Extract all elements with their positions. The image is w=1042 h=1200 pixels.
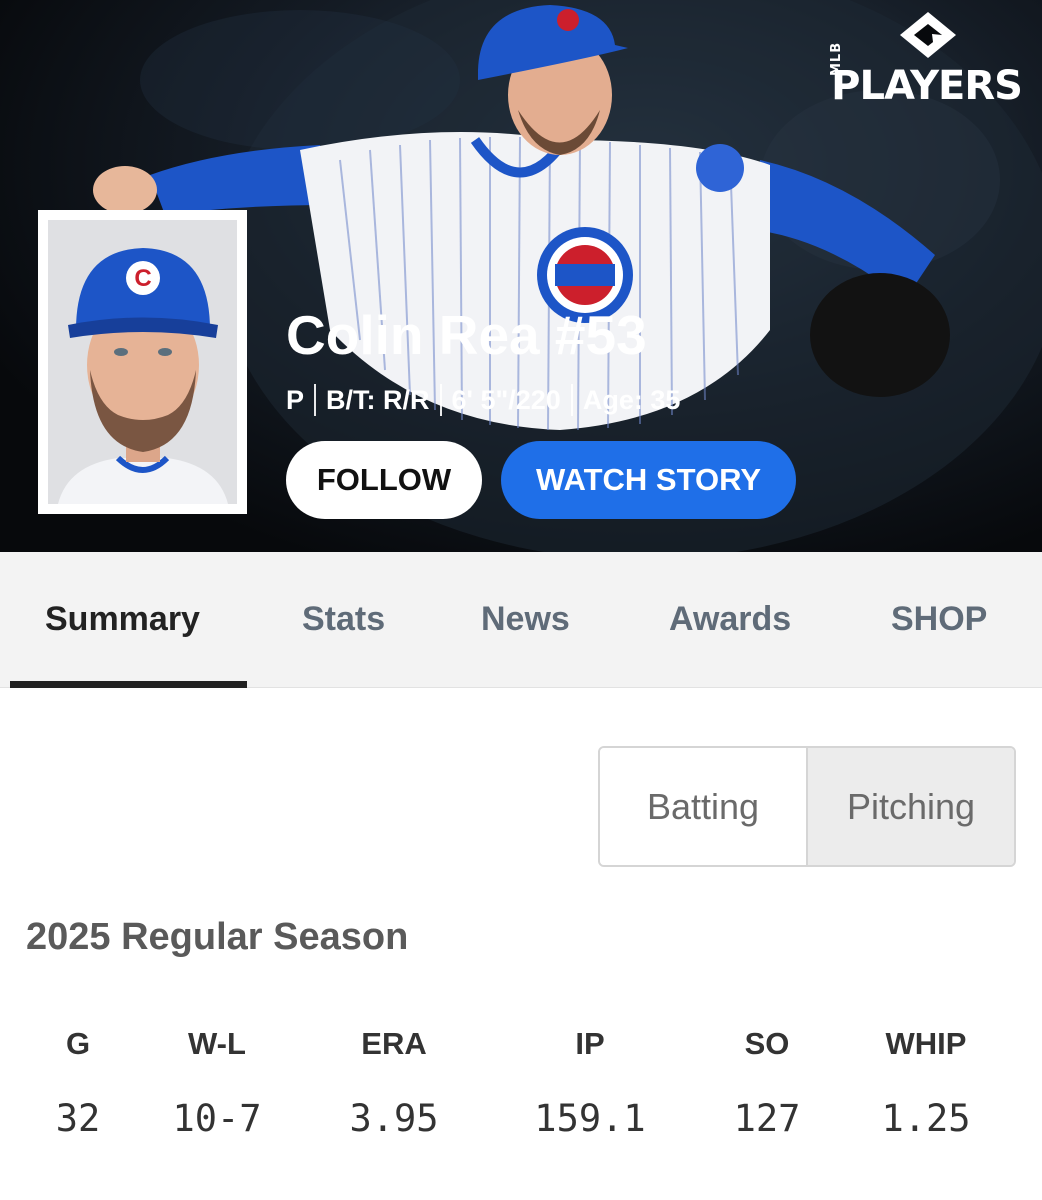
- stat-era: ERA 3.95: [294, 1024, 494, 1140]
- toggle-batting[interactable]: Batting: [600, 748, 808, 865]
- tab-stats[interactable]: Stats: [302, 600, 385, 639]
- active-tab-indicator: [10, 681, 247, 688]
- divider: [314, 384, 317, 416]
- profile-tabs: Summary Stats News Awards SHOP: [0, 552, 1042, 688]
- batting-pitching-toggle: Batting Pitching: [598, 746, 1016, 867]
- players-diamond-icon: [900, 12, 956, 58]
- tab-shop[interactable]: SHOP: [891, 600, 987, 639]
- divider: [570, 384, 573, 416]
- player-bio-line: P B/T: R/R 6' 5"/220 Age: 35: [286, 384, 680, 416]
- player-bats-throws: B/T: R/R: [326, 384, 430, 415]
- tab-summary[interactable]: Summary: [45, 600, 200, 639]
- stat-label: IP: [575, 1026, 605, 1061]
- stat-value: 159.1: [534, 1097, 646, 1140]
- headshot-photo: C: [48, 220, 237, 504]
- player-name: Colin Rea #53: [286, 304, 647, 366]
- mlb-players-logo[interactable]: MLB PLAYERS: [829, 10, 1023, 110]
- stat-whip: WHIP 1.25: [826, 1024, 1026, 1140]
- toggle-pitching[interactable]: Pitching: [808, 748, 1014, 865]
- stat-label: ERA: [361, 1026, 427, 1061]
- season-title: 2025 Regular Season: [26, 916, 409, 958]
- stat-label: WHIP: [885, 1026, 967, 1061]
- tab-news[interactable]: News: [481, 600, 570, 639]
- divider: [439, 384, 442, 416]
- watch-story-button[interactable]: WATCH STORY: [501, 441, 796, 519]
- tab-awards[interactable]: Awards: [669, 600, 791, 639]
- stat-value: 3.95: [349, 1097, 439, 1140]
- stat-value: 1.25: [881, 1097, 971, 1140]
- follow-button[interactable]: FOLLOW: [286, 441, 482, 519]
- player-headshot: C: [38, 210, 247, 514]
- player-age: Age: 35: [582, 384, 681, 415]
- stat-innings-pitched: IP 159.1: [490, 1024, 690, 1140]
- player-position: P: [286, 384, 305, 415]
- stat-win-loss: W-L 10-7: [117, 1024, 317, 1140]
- cap-logo-c: C: [134, 265, 151, 292]
- logo-players-label: PLAYERS: [831, 63, 1023, 109]
- player-height-weight: 6' 5"/220: [451, 384, 561, 415]
- stat-label: W-L: [188, 1026, 246, 1061]
- player-hero: MLB PLAYERS C Colin Rea #53 P B/T: R/R 6…: [0, 0, 1042, 552]
- stat-value: 10-7: [172, 1097, 262, 1140]
